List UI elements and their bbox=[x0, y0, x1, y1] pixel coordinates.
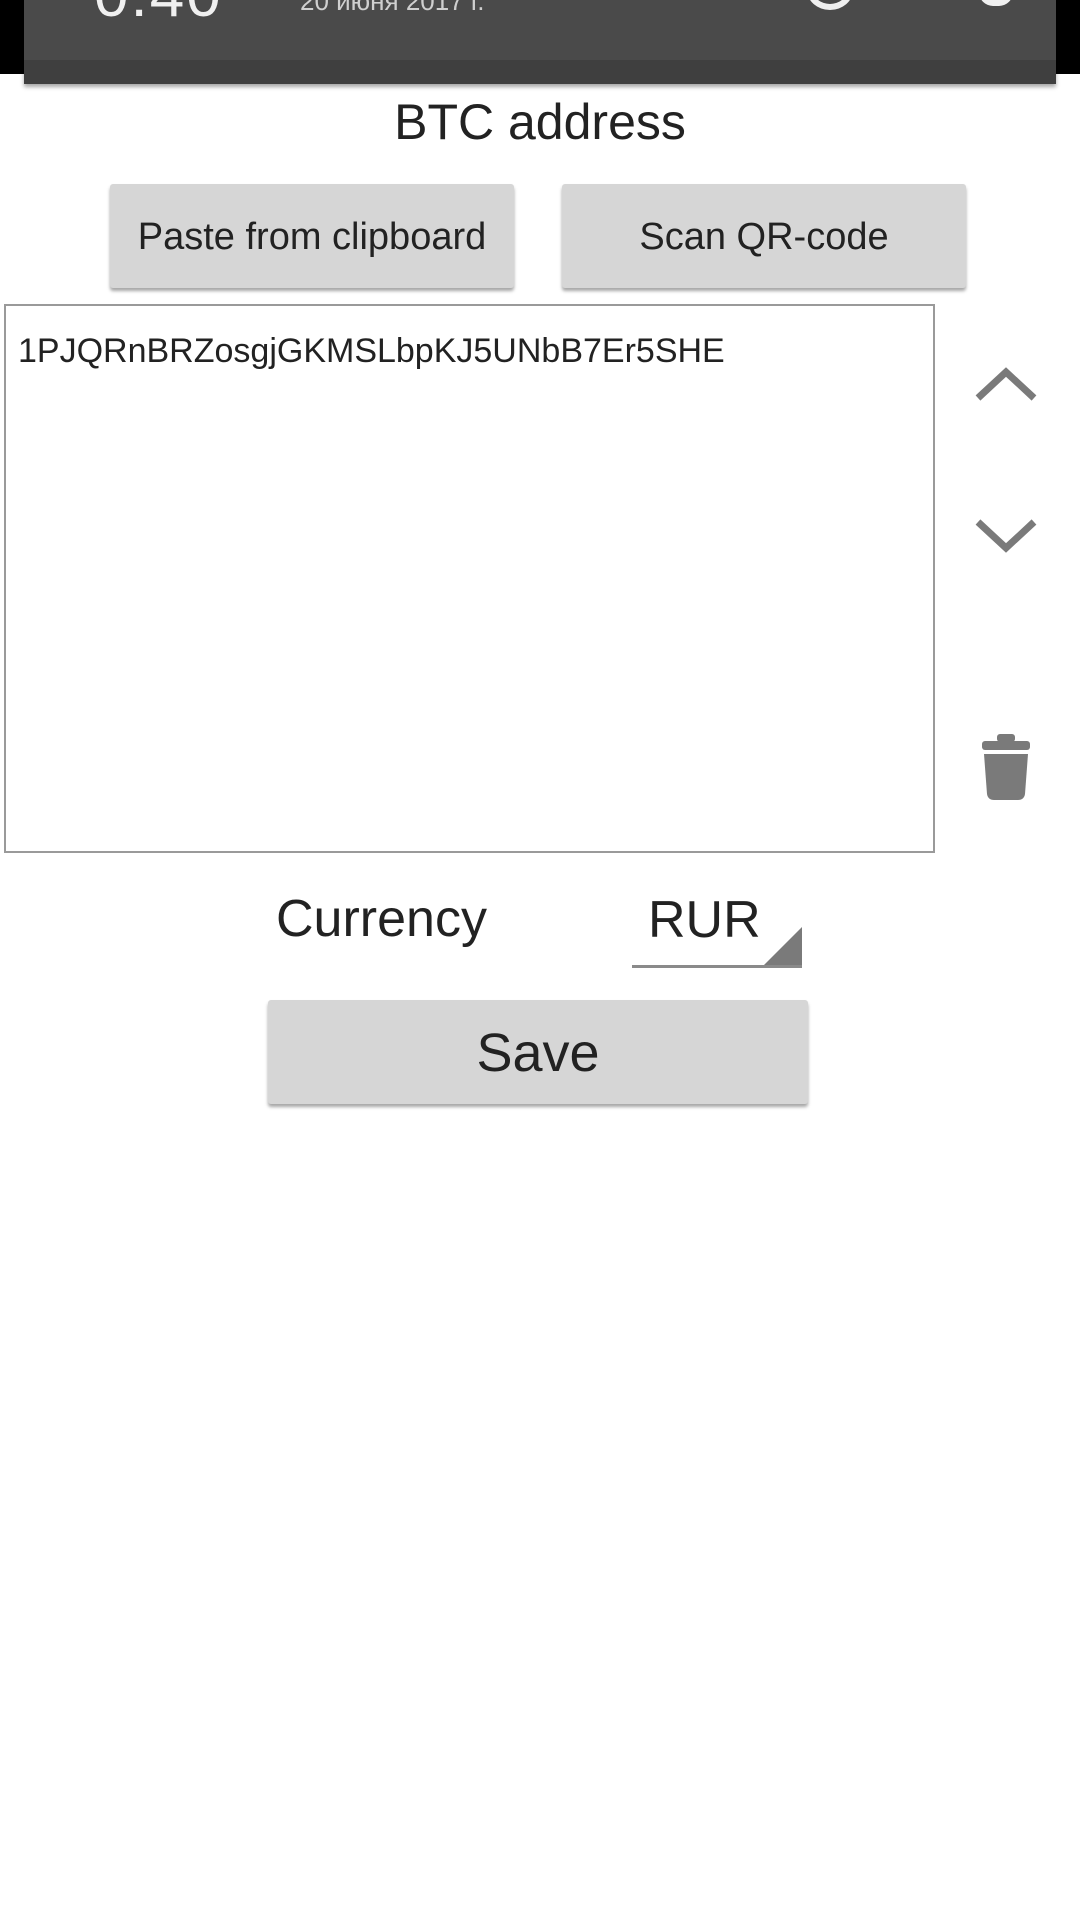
dropdown-arrow-icon bbox=[764, 927, 802, 965]
screen: 0:40 20 июня 2017 г. BTC address Paste f… bbox=[0, 0, 1080, 1920]
shade-handle bbox=[24, 60, 1056, 84]
scan-qr-code-button[interactable]: Scan QR-code bbox=[562, 184, 966, 288]
notification-shade[interactable]: 0:40 20 июня 2017 г. bbox=[24, 0, 1056, 84]
currency-selected-value: RUR bbox=[648, 891, 761, 949]
paste-from-clipboard-button[interactable]: Paste from clipboard bbox=[110, 184, 514, 288]
currency-dropdown[interactable]: RUR bbox=[632, 880, 802, 968]
page-title: BTC address bbox=[394, 94, 686, 150]
save-button[interactable]: Save bbox=[268, 1000, 808, 1104]
address-field[interactable]: 1PJQRnBRZosgjGKMSLbpKJ5UNbB7Er5SHE bbox=[4, 304, 935, 853]
chevron-up-icon[interactable] bbox=[970, 350, 1042, 422]
address-value: 1PJQRnBRZosgjGKMSLbpKJ5UNbB7Er5SHE bbox=[18, 332, 725, 370]
shade-clock: 0:40 bbox=[94, 0, 223, 31]
currency-label: Currency bbox=[276, 890, 487, 948]
trash-icon[interactable] bbox=[970, 730, 1042, 802]
user-icon[interactable] bbox=[979, 0, 1013, 6]
shade-date: 20 июня 2017 г. bbox=[300, 0, 485, 16]
settings-ring-icon[interactable] bbox=[807, 0, 853, 10]
chevron-down-icon[interactable] bbox=[970, 498, 1042, 570]
